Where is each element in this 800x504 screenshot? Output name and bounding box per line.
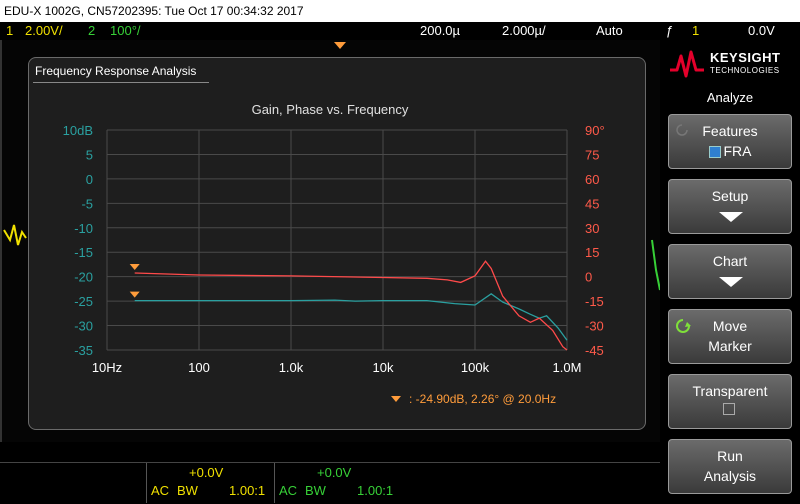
- ch2-info-box[interactable]: +0.0V AC BW 1.00:1: [274, 463, 401, 503]
- ch2-bw: BW: [305, 483, 326, 498]
- ch1-info-box[interactable]: +0.0V AC BW 1.00:1: [146, 463, 273, 503]
- setup-label: Setup: [711, 188, 749, 204]
- transparent-checkbox[interactable]: [723, 403, 735, 415]
- trigger-level[interactable]: 0.0V: [748, 22, 775, 40]
- y-left-tick-label: -10: [74, 221, 93, 236]
- legend-marker-icon: [391, 396, 401, 402]
- chart-markers: [129, 263, 140, 298]
- y-left-tick-label: -30: [74, 319, 93, 334]
- ch2-offset: +0.0V: [317, 465, 352, 480]
- move-marker-softkey[interactable]: Move Marker: [668, 309, 792, 364]
- run-analysis-label-1: Run: [717, 448, 743, 464]
- menu-title: Analyze: [706, 90, 754, 105]
- y-right-tick-label: 60: [585, 172, 599, 187]
- brand-subtitle: TECHNOLOGIES: [710, 66, 780, 75]
- trigger-position-marker: [334, 42, 346, 49]
- move-marker-label-1: Move: [712, 318, 748, 334]
- chart-grid: [106, 129, 568, 351]
- time-reference[interactable]: 200.0µ: [420, 22, 460, 40]
- chart-legend: : -24.90dB, 2.26° @ 20.0Hz: [391, 392, 556, 406]
- ch1-trace-edge: [3, 224, 27, 246]
- timebase[interactable]: 2.000µ/: [502, 22, 546, 40]
- chart-series: [134, 260, 568, 351]
- features-value: FRA: [669, 143, 791, 159]
- ch2-coupling: AC: [279, 483, 298, 498]
- y-left-tick-label: -35: [74, 343, 93, 358]
- x-tick-label: 10k: [373, 360, 394, 375]
- ch1-coupling: AC: [151, 483, 170, 498]
- y-left-tick-label: -5: [81, 196, 93, 211]
- transparent-softkey[interactable]: Transparent: [668, 374, 792, 429]
- ch1-scale[interactable]: 2.00V/: [25, 22, 63, 40]
- y-axis-left-ticks: 10dB 5 0 -5 -10 -15 -20 -25 -30 -35: [63, 123, 93, 358]
- run-analysis-label-2: Analysis: [703, 468, 757, 484]
- y-right-tick-label: -30: [585, 319, 604, 334]
- fra-panel: Frequency Response Analysis Gain, Phase …: [28, 57, 646, 430]
- keysight-wave-icon: [670, 50, 704, 78]
- phase-marker-icon: [129, 263, 140, 270]
- ch1-number[interactable]: 1: [6, 22, 13, 40]
- y-left-tick-label: 0: [86, 172, 93, 187]
- x-tick-label: 100k: [461, 360, 490, 375]
- marker-readout: : -24.90dB, 2.26° @ 20.0Hz: [409, 392, 556, 406]
- y-right-tick-label: 0: [585, 270, 592, 285]
- trigger-channel[interactable]: 1: [692, 22, 699, 40]
- y-left-tick-label: -25: [74, 294, 93, 309]
- y-left-tick-label: 5: [86, 147, 93, 162]
- setup-softkey[interactable]: Setup: [668, 179, 792, 234]
- window-title: EDU-X 1002G, CN57202395: Tue Oct 17 00:3…: [0, 0, 800, 22]
- submenu-arrow-icon: [719, 277, 743, 287]
- submenu-arrow-icon: [719, 212, 743, 222]
- features-softkey[interactable]: Features FRA: [668, 114, 792, 169]
- ch1-bw: BW: [177, 483, 198, 498]
- trigger-slope-icon: ƒ: [666, 23, 674, 38]
- x-tick-label: 10Hz: [92, 360, 122, 375]
- chart-title: Gain, Phase vs. Frequency: [252, 102, 409, 117]
- ch2-trace-edge: [651, 239, 661, 291]
- fra-chart: Gain, Phase vs. Frequency 10dB 5 0 -5 -10 -15…: [63, 102, 605, 406]
- ch2-probe: 1.00:1: [357, 483, 394, 498]
- y-right-tick-label: -45: [585, 343, 604, 358]
- status-bar: 1 2.00V/ 2 100°/ 200.0µ 2.000µ/ Auto ƒ 1…: [0, 22, 800, 40]
- features-label: Features: [702, 123, 758, 139]
- x-axis-ticks: 10Hz 100 1.0k 10k 100k 1.0M: [92, 360, 582, 375]
- x-tick-label: 1.0k: [279, 360, 304, 375]
- run-analysis-softkey[interactable]: Run Analysis: [668, 439, 792, 494]
- y-right-tick-label: -15: [585, 294, 604, 309]
- x-tick-label: 1.0M: [553, 360, 582, 375]
- ch2-number[interactable]: 2: [88, 22, 95, 40]
- phase-series-line: [134, 260, 568, 351]
- brand-logo: KEYSIGHT TECHNOLOGIES: [670, 44, 795, 84]
- ch1-probe: 1.00:1: [229, 483, 266, 498]
- y-axis-right-ticks: 90° 75 60 45 30 15 0 -15 -30 -45: [585, 123, 605, 358]
- gain-marker-icon: [129, 291, 140, 298]
- chart-softkey[interactable]: Chart: [668, 244, 792, 299]
- x-tick-label: 100: [188, 360, 210, 375]
- y-right-tick-label: 75: [585, 147, 599, 162]
- y-left-tick-label: -20: [74, 270, 93, 285]
- fra-checkbox-icon: [708, 146, 721, 159]
- y-right-tick-label: 30: [585, 221, 599, 236]
- move-marker-label-2: Marker: [708, 338, 752, 354]
- y-left-tick-label: -15: [74, 245, 93, 260]
- trigger-mode[interactable]: Auto: [596, 22, 623, 40]
- ch2-scale[interactable]: 100°/: [110, 22, 141, 40]
- y-right-tick-label: 90°: [585, 123, 605, 138]
- chart-label: Chart: [712, 253, 748, 269]
- transparent-label: Transparent: [692, 383, 768, 399]
- y-right-tick-label: 15: [585, 245, 599, 260]
- y-right-tick-label: 45: [585, 196, 599, 211]
- ch1-offset: +0.0V: [189, 465, 224, 480]
- y-left-tick-label: 10dB: [63, 123, 93, 138]
- brand-name: KEYSIGHT: [710, 50, 781, 65]
